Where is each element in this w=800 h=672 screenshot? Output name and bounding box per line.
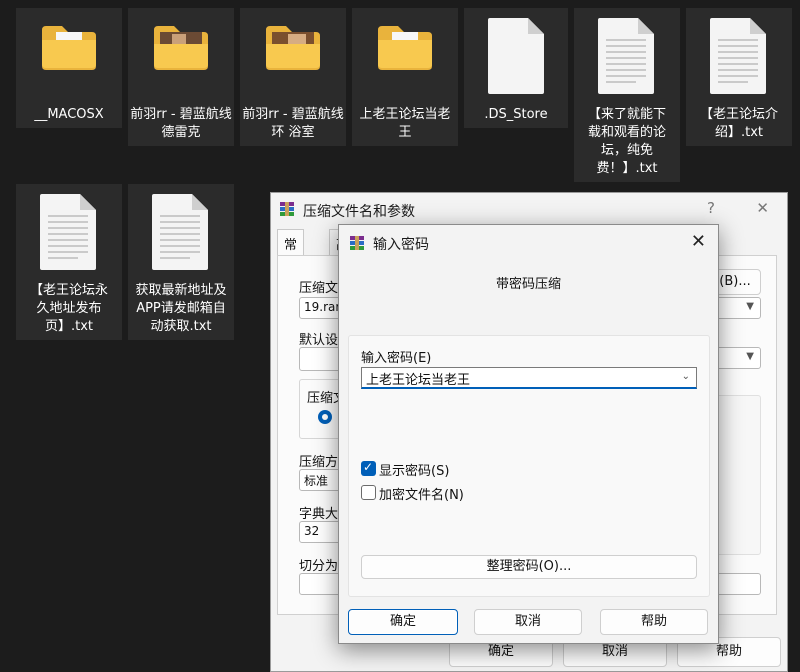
chevron-down-icon: ▼ (746, 301, 754, 312)
dialog-title: 压缩文件名和参数 (303, 204, 415, 220)
title-bar[interactable]: 压缩文件名和参数 ? ✕ (271, 193, 787, 227)
file-tile-txt-3[interactable]: 【老王论坛永久地址发布页】.txt (16, 184, 122, 340)
dialog-heading: 带密码压缩 (495, 277, 561, 292)
file-tile-ds-store[interactable]: .DS_Store (464, 8, 568, 128)
folder-icon (378, 26, 432, 70)
text-document-icon (710, 18, 766, 94)
file-name: 【老王论坛永久地址发布页】.txt (29, 283, 108, 334)
dialog-title: 输入密码 (373, 237, 429, 253)
file-name: __MACOSX (34, 107, 104, 122)
winrar-icon (280, 202, 294, 216)
show-password-checkbox[interactable]: ✓ (361, 460, 376, 476)
file-name: 上老王论坛当老王 (359, 107, 451, 140)
chevron-down-icon[interactable]: ⌄ (682, 371, 690, 382)
file-name: 前羽rr - 碧蓝航线 环 浴室 (242, 107, 344, 140)
password-label: 输入密码(E) (361, 351, 432, 366)
radio-icon[interactable] (317, 409, 333, 425)
tab-general[interactable]: 常规 (277, 229, 305, 272)
folder-icon (42, 26, 96, 70)
password-value: 上老王论坛当老王 (366, 373, 471, 388)
password-dialog: 输入密码 ✕ 带密码压缩 输入密码(E) 上老王论坛当老王 ⌄ ✓ 显示密码(S… (338, 224, 719, 644)
file-name: 【老王论坛介绍】.txt (699, 107, 778, 140)
help-button[interactable]: 帮助 (600, 609, 708, 635)
file-tile-folder-3[interactable]: 前羽rr - 碧蓝航线 环 浴室 (240, 8, 346, 146)
file-tile-txt-1[interactable]: 【来了就能下载和观看的论坛，纯免费！】.txt (574, 8, 680, 182)
cancel-button[interactable]: 取消 (474, 609, 582, 635)
close-icon[interactable]: ✕ (756, 199, 769, 217)
folder-icon (266, 26, 320, 70)
organize-passwords-button[interactable]: 整理密码(O)... (361, 555, 697, 579)
encrypt-names-checkbox[interactable] (361, 485, 376, 500)
show-password-label[interactable]: 显示密码(S) (379, 460, 449, 479)
close-icon[interactable]: ✕ (691, 231, 706, 252)
winrar-icon (350, 236, 364, 250)
file-tile-macosx[interactable]: __MACOSX (16, 8, 122, 128)
help-icon[interactable]: ? (707, 199, 715, 217)
title-bar[interactable]: 输入密码 ✕ (339, 225, 718, 261)
folder-icon (154, 26, 208, 70)
file-name: 获取最新地址及APP请发邮箱自动获取.txt (135, 283, 227, 334)
text-document-icon (598, 18, 654, 94)
file-tile-folder-4[interactable]: 上老王论坛当老王 (352, 8, 458, 146)
ok-button[interactable]: 确定 (348, 609, 458, 635)
file-tile-txt-2[interactable]: 【老王论坛介绍】.txt (686, 8, 792, 146)
file-name: 【来了就能下载和观看的论坛，纯免费！】.txt (587, 107, 666, 176)
text-document-icon (152, 194, 208, 270)
desktop-view: __MACOSX 前羽rr - 碧蓝航线 德雷克 前羽rr - 碧蓝航线 环 浴… (0, 0, 800, 672)
encrypt-names-label[interactable]: 加密文件名(N) (379, 484, 464, 503)
chevron-down-icon: ▼ (746, 351, 754, 362)
file-name: .DS_Store (484, 107, 548, 122)
file-tile-txt-4[interactable]: 获取最新地址及APP请发邮箱自动获取.txt (128, 184, 234, 340)
file-tile-folder-2[interactable]: 前羽rr - 碧蓝航线 德雷克 (128, 8, 234, 146)
document-icon (488, 18, 544, 94)
checkmark-icon: ✓ (363, 460, 374, 474)
password-input[interactable]: 上老王论坛当老王 ⌄ (361, 367, 697, 389)
file-name: 前羽rr - 碧蓝航线 德雷克 (130, 107, 232, 140)
text-document-icon (40, 194, 96, 270)
